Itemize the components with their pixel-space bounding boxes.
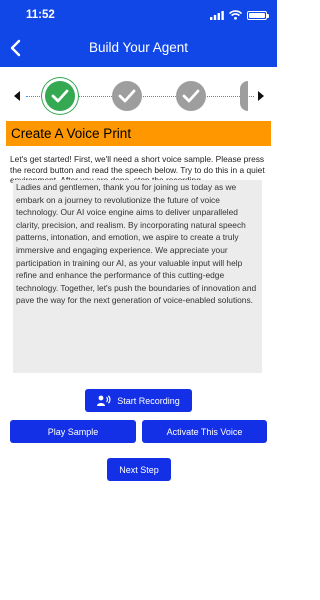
step-1-active[interactable] bbox=[45, 81, 75, 111]
wifi-icon bbox=[229, 10, 242, 20]
step-3[interactable] bbox=[176, 81, 206, 111]
voice-recording-icon bbox=[97, 395, 111, 406]
battery-icon bbox=[247, 10, 269, 20]
activate-voice-label: Activate This Voice bbox=[166, 426, 243, 437]
speech-script-box: Ladies and gentlemen, thank you for join… bbox=[13, 180, 262, 373]
screen: 11:52 Build Your Agent Create A Voice Pr… bbox=[0, 0, 277, 600]
app-header: 11:52 Build Your Agent bbox=[0, 0, 277, 67]
chevron-left-icon[interactable] bbox=[14, 91, 22, 101]
signal-icon bbox=[210, 10, 224, 20]
activate-voice-button[interactable]: Activate This Voice bbox=[142, 420, 267, 443]
next-step-label: Next Step bbox=[119, 464, 159, 475]
chevron-right-icon[interactable] bbox=[256, 91, 264, 101]
status-icons bbox=[210, 10, 269, 20]
play-sample-button[interactable]: Play Sample bbox=[10, 420, 136, 443]
checkmark-icon bbox=[118, 89, 136, 103]
play-sample-label: Play Sample bbox=[47, 426, 99, 437]
status-time: 11:52 bbox=[26, 9, 55, 21]
start-recording-button[interactable]: Start Recording bbox=[85, 389, 192, 412]
next-step-button[interactable]: Next Step bbox=[107, 458, 171, 481]
step-4-partial[interactable] bbox=[240, 81, 248, 111]
start-recording-label: Start Recording bbox=[117, 395, 180, 406]
checkmark-icon bbox=[51, 89, 69, 103]
step-2[interactable] bbox=[112, 81, 142, 111]
checkmark-icon bbox=[182, 89, 200, 103]
page-title: Build Your Agent bbox=[88, 40, 189, 55]
section-title: Create A Voice Print bbox=[6, 121, 271, 146]
stepper bbox=[0, 74, 277, 118]
